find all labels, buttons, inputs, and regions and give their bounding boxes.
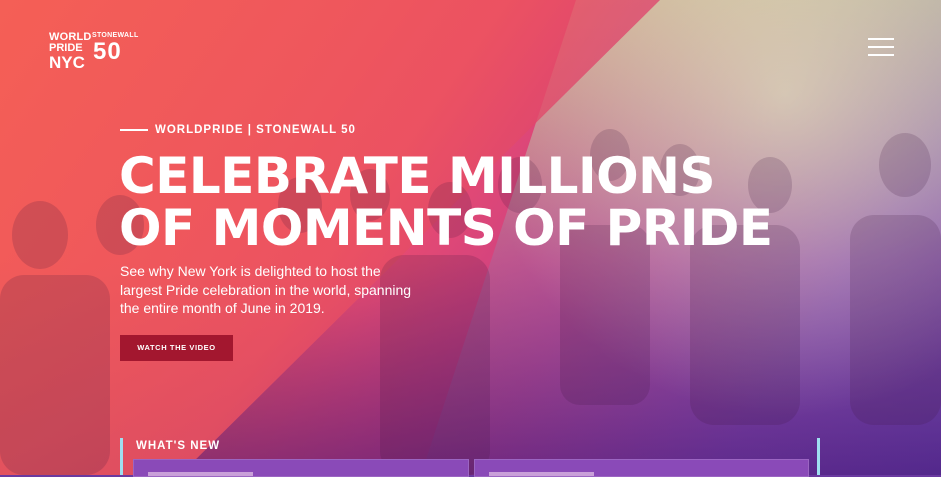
news-card[interactable]	[133, 459, 469, 477]
logo-fifty: 50	[93, 38, 122, 65]
hero-lede: See why New York is delighted to host th…	[120, 263, 412, 316]
logo-line-nyc: NYC	[49, 53, 85, 72]
news-card-thumbnail	[489, 472, 594, 476]
hamburger-icon[interactable]	[868, 38, 894, 56]
news-card-thumbnail	[148, 472, 253, 476]
eyebrow-dash	[120, 129, 148, 131]
watch-video-button[interactable]: WATCH THE VIDEO	[120, 335, 233, 361]
hero-eyebrow: WORLDPRIDE | STONEWALL 50	[120, 124, 356, 136]
headline-line-2: OF MOMENTS OF PRIDE	[119, 199, 773, 257]
worldpride-logo[interactable]: WORLD PRIDE NYC STONEWALL 50	[49, 32, 138, 72]
news-card[interactable]	[474, 459, 809, 477]
whats-new-accent-left	[120, 438, 123, 475]
whats-new-accent-right	[817, 438, 820, 475]
eyebrow-text: WORLDPRIDE | STONEWALL 50	[155, 124, 356, 136]
hero-headline: CELEBRATE MILLIONS OF MOMENTS OF PRIDE	[119, 150, 773, 254]
whats-new-heading: WHAT'S NEW	[136, 440, 221, 452]
headline-line-1: CELEBRATE MILLIONS	[119, 147, 716, 205]
